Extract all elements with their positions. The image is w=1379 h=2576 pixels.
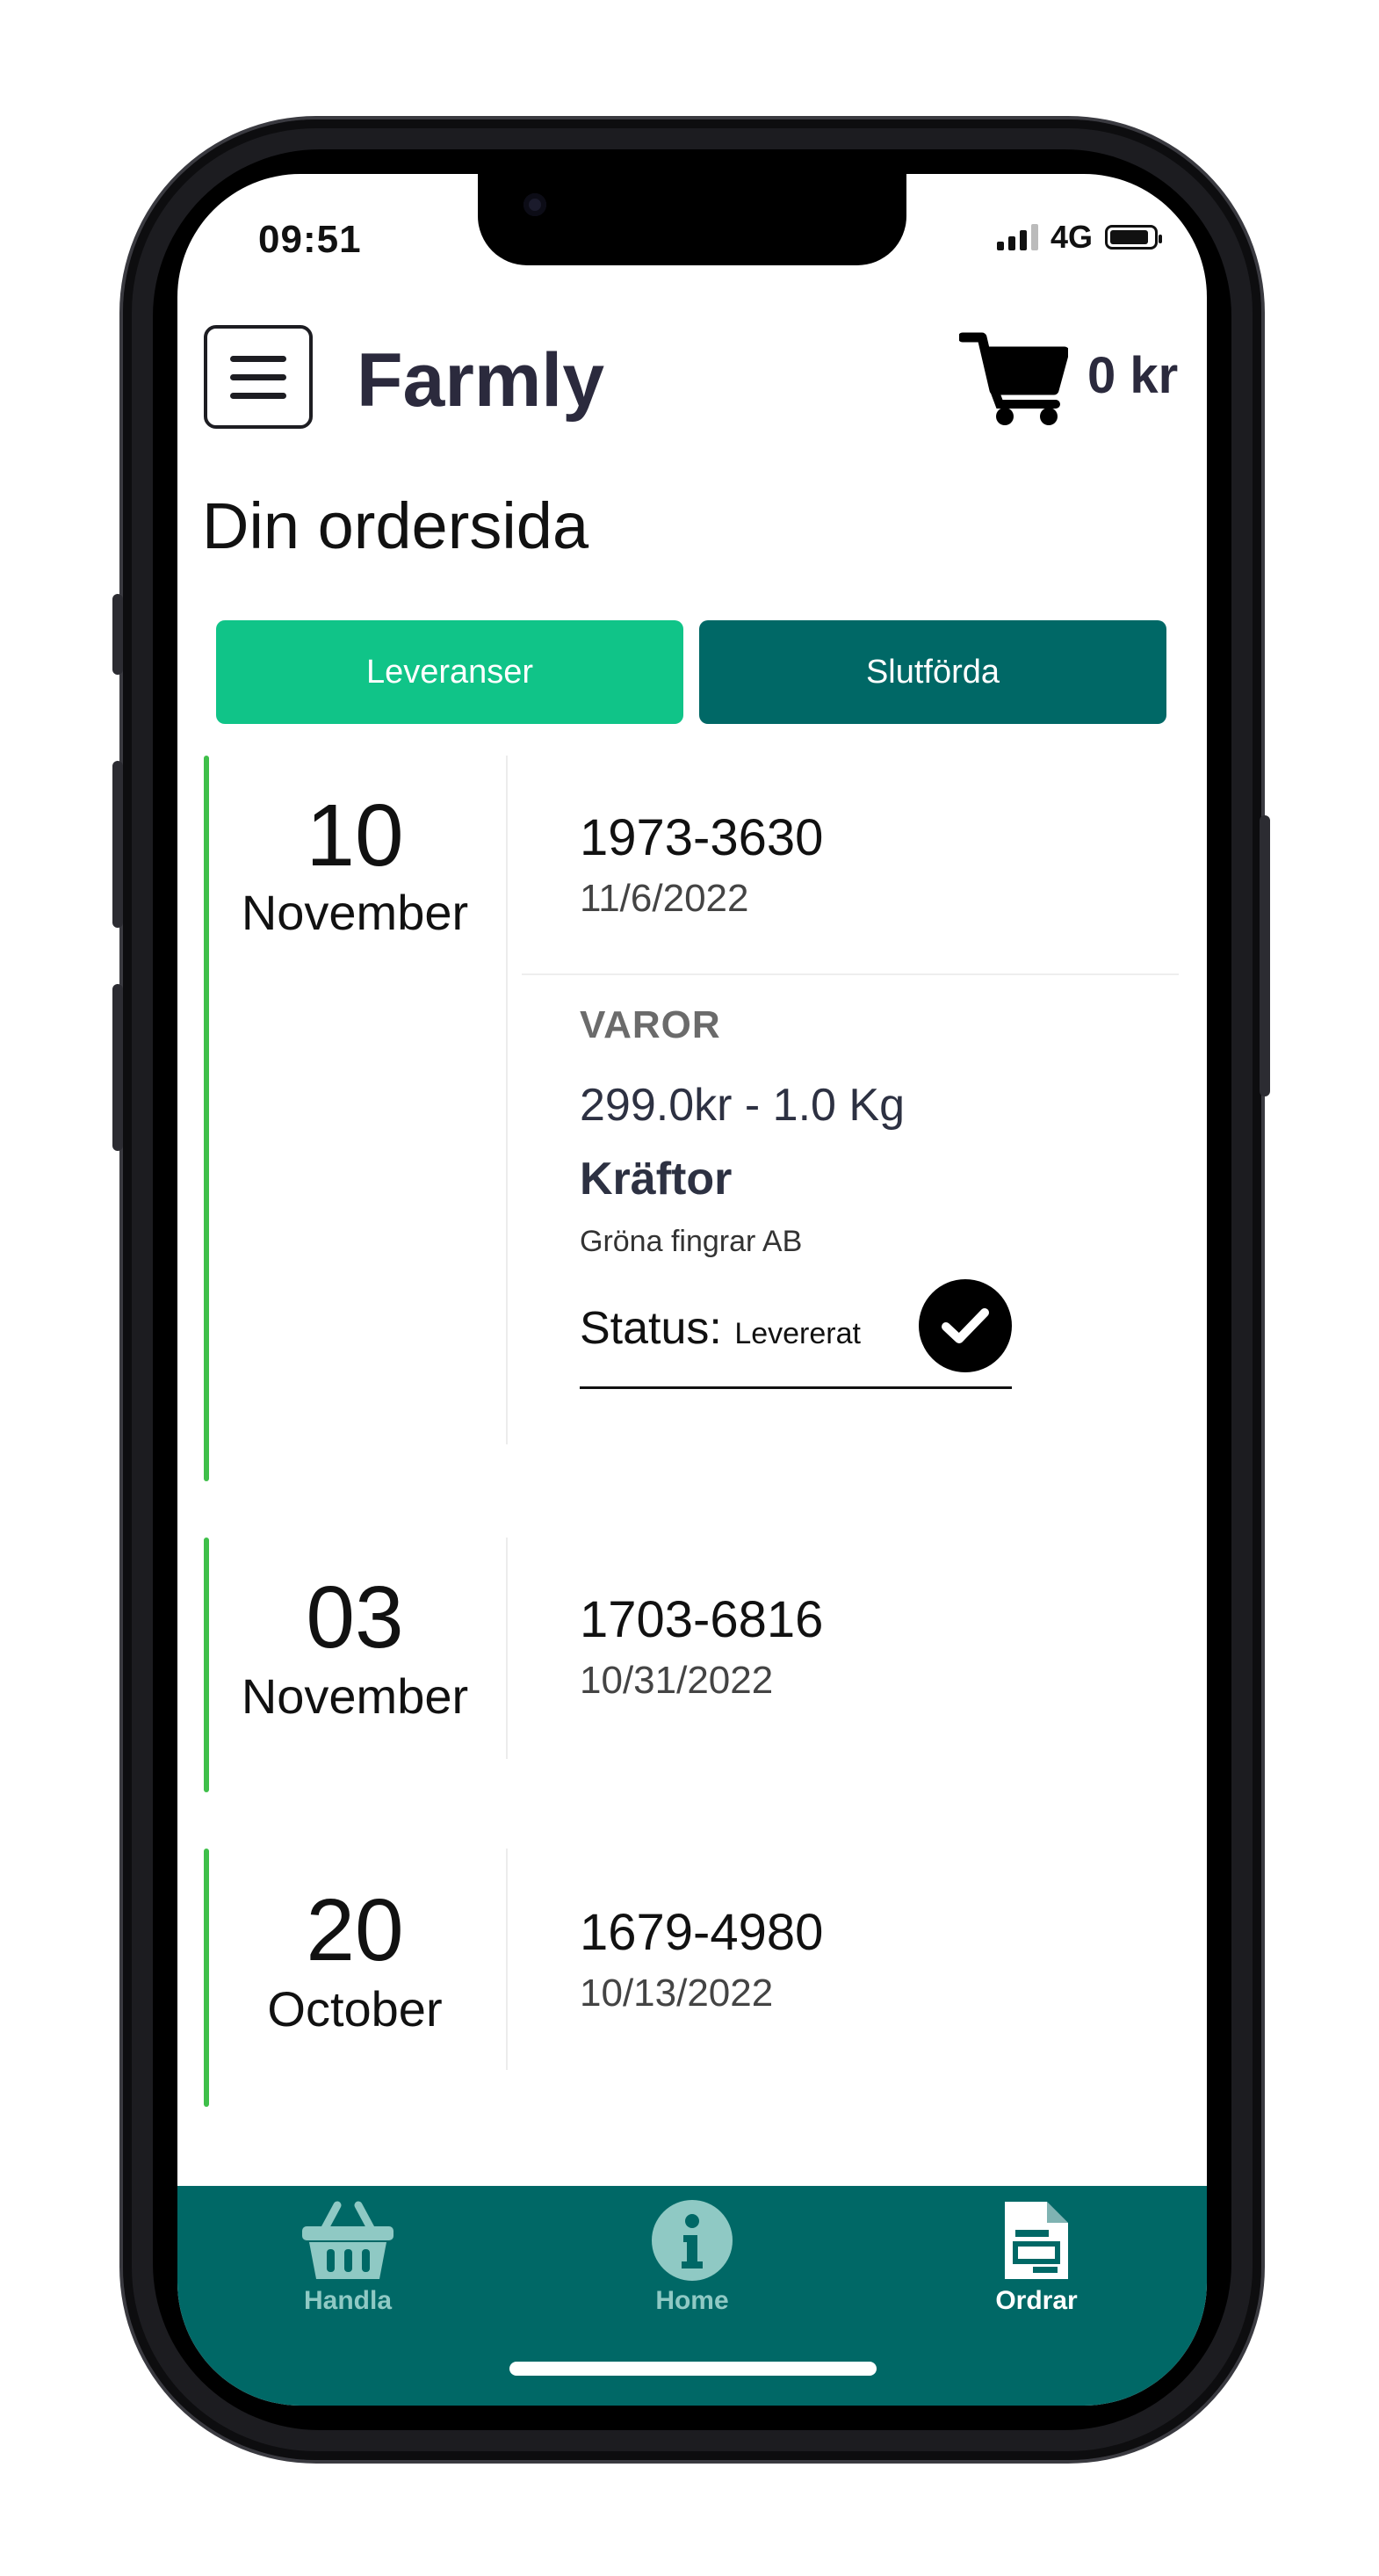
order-date: 11/6/2022	[580, 877, 749, 920]
checkmark-circle-icon	[919, 1279, 1012, 1372]
order-number[interactable]: 1703-6816	[580, 1590, 823, 1649]
side-button-mute	[112, 594, 123, 675]
cellular-signal-icon	[996, 224, 1038, 250]
order-number[interactable]: 1973-3630	[580, 808, 823, 867]
order-date: 10/31/2022	[580, 1659, 774, 1702]
basket-icon	[302, 2201, 393, 2279]
front-camera	[523, 193, 546, 216]
status-time: 09:51	[258, 218, 362, 261]
side-button-volume-up	[112, 761, 123, 928]
nav-label: Handla	[303, 2286, 393, 2315]
order-month: November	[241, 885, 469, 940]
home-indicator[interactable]	[509, 2362, 877, 2376]
nav-label: Ordrar	[995, 2286, 1078, 2315]
nav-item-home[interactable]: Home	[604, 2198, 780, 2316]
hamburger-menu-icon[interactable]	[204, 325, 313, 429]
bottom-navigation: Handla Home Ordrar	[177, 2186, 1207, 2406]
tab-slutforda[interactable]: Slutförda	[699, 620, 1166, 724]
item-seller: Gröna fingrar AB	[580, 1225, 803, 1258]
info-circle-icon	[652, 2200, 733, 2281]
order-day: 03	[306, 1568, 404, 1667]
page-title: Din ordersida	[202, 489, 589, 562]
order-number[interactable]: 1679-4980	[580, 1903, 823, 1962]
order-day: 20	[306, 1881, 404, 1979]
document-icon	[1005, 2202, 1068, 2279]
column-divider	[506, 1538, 508, 1759]
order-month: November	[241, 1668, 469, 1724]
column-divider	[506, 1849, 508, 2070]
status-label: Status:	[580, 1303, 722, 1354]
tab-leveranser[interactable]: Leveranser	[216, 620, 683, 724]
items-heading: VAROR	[580, 1003, 721, 1046]
network-type: 4G	[1050, 219, 1093, 255]
status-indicators: 4G	[996, 219, 1162, 255]
column-divider	[506, 756, 508, 1444]
side-button-volume-down	[112, 984, 123, 1151]
order-day: 10	[306, 786, 404, 885]
order-timeline-bar	[204, 756, 209, 1481]
order-date: 10/13/2022	[580, 1972, 774, 2015]
order-timeline-bar	[204, 1849, 209, 2107]
item-status: Status: Levererat	[580, 1302, 861, 1355]
order-separator	[522, 973, 1179, 975]
notch	[478, 174, 906, 265]
status-underline	[580, 1386, 1012, 1389]
side-button-power	[1260, 815, 1270, 1096]
status-value: Levererat	[734, 1317, 861, 1350]
app-title: Farmly	[357, 338, 605, 423]
nav-item-ordrar[interactable]: Ordrar	[949, 2198, 1124, 2316]
cart-total[interactable]: 0 kr	[1087, 346, 1178, 405]
shopping-cart-icon[interactable]	[959, 329, 1068, 427]
nav-label: Home	[655, 2286, 729, 2315]
item-price-weight: 299.0kr - 1.0 Kg	[580, 1080, 905, 1131]
order-timeline-bar	[204, 1538, 209, 1792]
nav-item-handla[interactable]: Handla	[260, 2198, 436, 2316]
battery-icon	[1105, 225, 1162, 250]
app-screen: 09:51 4G Farmly 0 kr Din ordersida Lever…	[177, 174, 1207, 2406]
order-month: October	[267, 1981, 443, 2037]
item-name: Kräftor	[580, 1154, 733, 1205]
